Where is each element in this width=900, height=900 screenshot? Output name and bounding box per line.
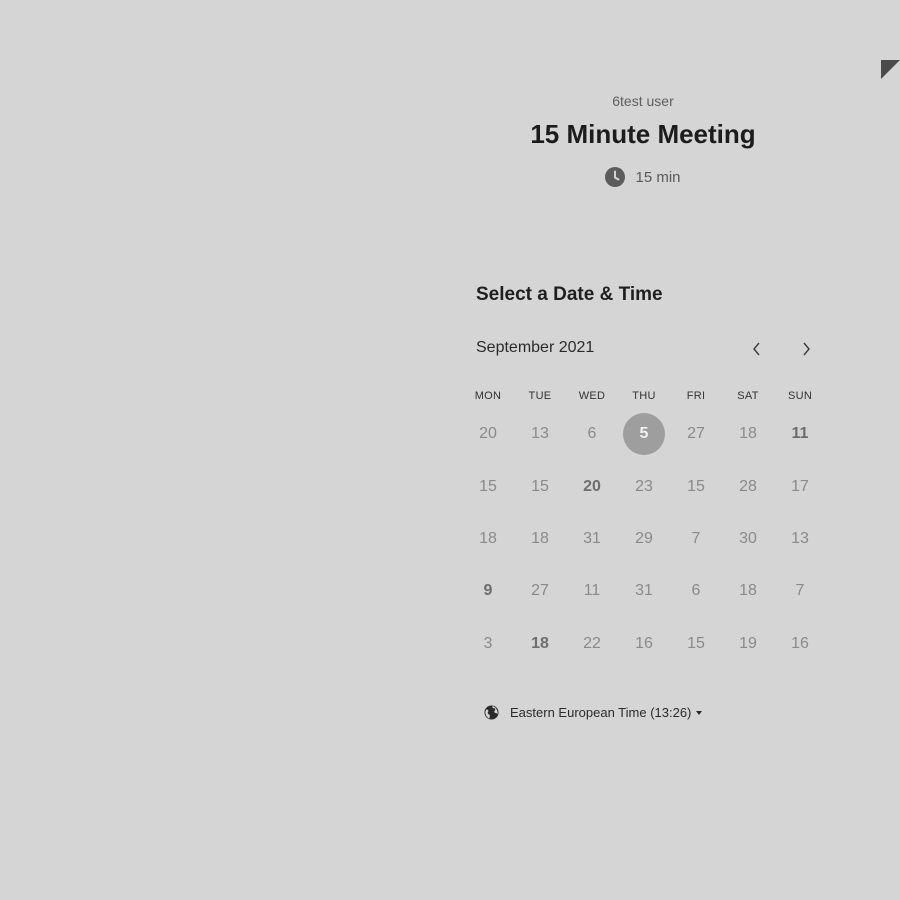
calendar-day-label: 20 [583,477,601,495]
calendar-day[interactable]: 6 [670,565,722,617]
calendar-day-label: 16 [791,634,809,652]
calendar-day[interactable]: 23 [618,460,670,512]
calendar-day-label: 23 [635,477,653,495]
calendar-day-label: 16 [635,634,653,652]
calendar-day[interactable]: 15 [670,618,722,670]
calendar-day-label: 18 [479,529,497,547]
calendar-day[interactable]: 18 [462,513,514,565]
calendar-day[interactable]: 22 [566,618,618,670]
calendar-day-label: 15 [479,477,497,495]
picker-title: Select a Date & Time [476,284,663,305]
calendar-day[interactable]: 9 [462,565,514,617]
calendar-day-label: 30 [739,529,757,547]
next-month-button[interactable] [794,339,818,359]
calendar-day[interactable]: 30 [722,513,774,565]
calendar-day-label: 15 [687,477,705,495]
calendar-grid: 20 13 6 5 27 18 11 15 15 20 23 15 28 17 18 18 31 29 7 30 13 9… [462,408,826,670]
timezone-label: Eastern European Time (13:26) [510,705,692,720]
calendar-day[interactable]: 27 [514,565,566,617]
organizer-name: 6test user [612,93,674,109]
calendar-day[interactable]: 7 [670,513,722,565]
calendar-day[interactable]: 3 [462,618,514,670]
calendar-day[interactable]: 18 [722,565,774,617]
calendar-day[interactable]: 31 [566,513,618,565]
calendar-day[interactable]: 18 [722,408,774,460]
calendar-day-label: 15 [531,477,549,495]
calendar-day-label: 6 [587,425,597,443]
chevron-left-icon [752,342,760,356]
weekday-mon: MON [474,390,502,402]
calendar-day-label: 18 [531,634,549,652]
calendar-day-label: 17 [791,477,809,495]
calendar-day[interactable]: 16 [618,618,670,670]
event-duration: 15 min [470,167,816,187]
calendar-day-label: 20 [479,425,497,443]
calendar-day[interactable]: 15 [670,460,722,512]
globe-icon [484,705,499,720]
calendar-day[interactable]: 18 [514,513,566,565]
calendar-day[interactable]: 6 [566,408,618,460]
calendar-day-label: 11 [583,582,601,600]
calendar-day[interactable]: 13 [514,408,566,460]
weekday-thu: THU [632,390,656,402]
previous-month-button[interactable] [744,339,768,359]
calendar-day[interactable]: 28 [722,460,774,512]
duration-label: 15 min [635,168,681,186]
calendar-day[interactable]: 15 [514,460,566,512]
calendar-day-label: 27 [531,582,549,600]
weekday-sun: SUN [787,390,813,402]
calendar-day[interactable]: 16 [774,618,826,670]
chevron-right-icon [802,342,810,356]
event-title: 15 Minute Meeting [530,119,756,149]
calendar-day-label: 18 [739,425,757,443]
calendar-day-label: 28 [739,477,757,495]
calendar-day[interactable]: 18 [514,618,566,670]
month-label: September 2021 [476,339,595,356]
weekday-sat: SAT [737,390,759,402]
calendar-day-label: 15 [687,634,705,652]
weekday-tue: TUE [528,390,552,402]
clock-icon [605,167,626,187]
calendar-day[interactable]: 17 [774,460,826,512]
calendar-day[interactable]: 19 [722,618,774,670]
calendar-day-label: 29 [635,529,653,547]
calendar-day-label: 3 [483,634,493,652]
calendar-day-label: 31 [583,529,601,547]
calendar-day[interactable]: 7 [774,565,826,617]
calendar-day[interactable]: 13 [774,513,826,565]
calendar-day[interactable]: 15 [462,460,514,512]
weekday-wed: WED [578,390,606,402]
weekday-fri: FRI [686,390,706,402]
calendar-day[interactable]: 29 [618,513,670,565]
calendar-day-label: 18 [739,582,757,600]
weekday-header: MON TUE WED THU FRI SAT SUN [462,390,826,402]
calendar-day-label: 19 [739,634,757,652]
calendar-day-label: 11 [791,425,809,443]
calendar-day-label: 18 [531,529,549,547]
calendar-day-selected[interactable]: 5 [618,408,670,460]
calendar-day[interactable]: 27 [670,408,722,460]
corner-ribbon [881,60,900,79]
event-header: 6test user 15 Minute Meeting 15 min [470,92,816,187]
calendar-day-label: 22 [583,634,601,652]
calendar-day-label: 13 [791,529,809,547]
calendar-day[interactable]: 31 [618,565,670,617]
month-navigation: September 2021 [476,339,822,359]
timezone-selector[interactable]: Eastern European Time (13:26) [484,705,703,720]
calendar-day[interactable]: 20 [462,408,514,460]
calendar-day[interactable]: 11 [774,408,826,460]
calendar-day-label: 7 [795,582,805,600]
calendar-day-label: 5 [623,413,665,456]
calendar-day-label: 7 [691,529,701,547]
calendar-day-label: 27 [687,425,705,443]
calendar-day-label: 13 [531,425,549,443]
calendar-day[interactable]: 20 [566,460,618,512]
calendar-day-label: 6 [691,582,701,600]
calendar-day-label: 9 [483,582,493,600]
caret-down-icon [696,710,703,715]
calendar-day[interactable]: 11 [566,565,618,617]
calendar-day-label: 31 [635,582,653,600]
